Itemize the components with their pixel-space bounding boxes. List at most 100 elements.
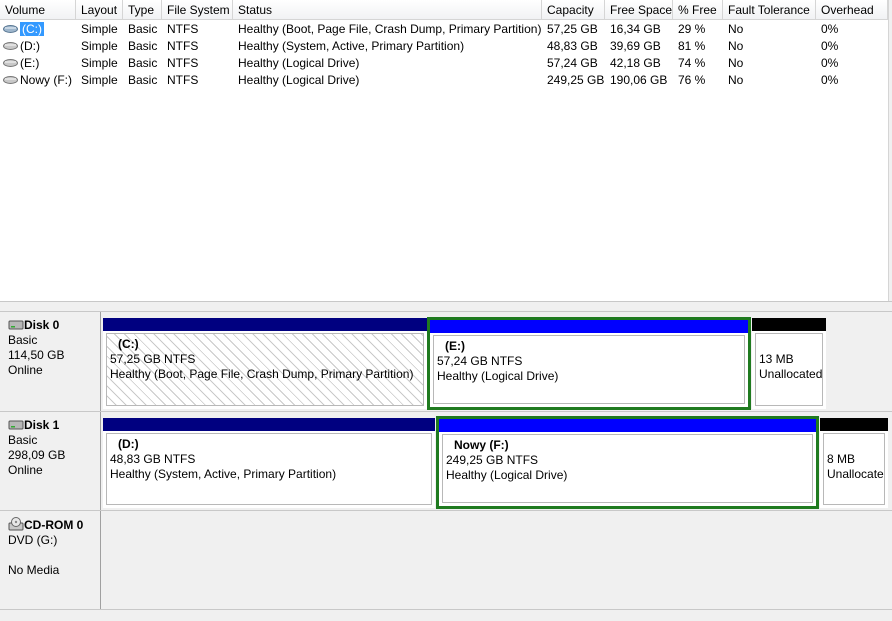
layout-cell: Simple [81,56,118,70]
status-cell: Healthy (System, Active, Primary Partiti… [238,39,465,53]
fault-tolerance-cell: No [728,56,744,70]
column-header-overhead[interactable]: Overhead [816,0,888,19]
column-header-fault-tolerance[interactable]: Fault Tolerance [723,0,816,19]
percent-free-cell: 29 % [678,22,706,36]
free-space-cell: 39,69 GB [610,39,661,53]
disk-name: Disk 0 [24,318,60,332]
layout-cell: Simple [81,39,118,53]
partition-body: (E:) 57,24 GB NTFS Healthy (Logical Driv… [433,335,745,404]
column-header-file-system[interactable]: File System [162,0,233,19]
cdrom-0-label[interactable]: CD-ROM 0 DVD (G:) No Media [0,511,101,609]
disk-icon [8,420,24,430]
overhead-cell: 0% [821,39,839,53]
overhead-cell: 0% [821,56,839,70]
percent-free-cell: 76 % [678,73,706,87]
column-header-free-space[interactable]: Free Space [605,0,673,19]
logical-drive-bar [439,419,816,432]
type-cell: Basic [128,22,158,36]
disk-0-label[interactable]: Disk 0 Basic 114,50 GB Online [0,312,101,411]
disk-state: No Media [8,563,60,577]
unallocated-bar [752,318,826,331]
partition-status: Healthy (Logical Drive) [437,369,559,383]
fault-tolerance-cell: No [728,73,744,87]
partition-unallocated[interactable]: 8 MB Unallocated [820,418,888,508]
disk-name: Disk 1 [24,418,60,432]
overhead-cell: 0% [821,22,839,36]
column-header-layout[interactable]: Layout [76,0,123,19]
volume-cell[interactable]: (E:) [0,55,76,72]
column-header-status[interactable]: Status [233,0,542,19]
partition-unallocated[interactable]: 13 MB Unallocated [752,318,826,409]
file-system-cell: NTFS [167,39,199,53]
column-header-type[interactable]: Type [123,0,162,19]
volume-row[interactable]: (D:) Simple Basic NTFS Healthy (System, … [0,38,888,55]
layout-cell: Simple [81,22,118,36]
type-cell: Basic [128,56,158,70]
fault-tolerance-cell: No [728,22,744,36]
pane-splitter[interactable] [0,301,892,307]
partition-label: (D:) [118,437,139,451]
volume-list[interactable]: Volume Layout Type File System Status Ca… [0,0,889,301]
overhead-cell: 0% [821,73,839,87]
column-header-row: Volume Layout Type File System Status Ca… [0,0,888,20]
partition-body: 8 MB Unallocated [823,433,885,505]
primary-partition-bar [103,418,435,431]
partition-f[interactable]: Nowy (F:) 249,25 GB NTFS Healthy (Logica… [439,419,816,506]
status-cell: Healthy (Boot, Page File, Crash Dump, Pr… [238,22,542,36]
capacity-cell: 48,83 GB [547,39,598,53]
volume-row[interactable]: (E:) Simple Basic NTFS Healthy (Logical … [0,55,888,72]
free-space-cell: 42,18 GB [610,56,661,70]
unallocated-bar [820,418,888,431]
layout-cell: Simple [81,73,118,87]
partition-size: 57,25 GB NTFS [110,352,196,366]
disk-size: 298,09 GB [8,448,66,462]
divider [0,609,892,610]
partition-label: (E:) [445,339,465,353]
drive-icon [3,42,18,51]
partition-status: Healthy (System, Active, Primary Partiti… [110,467,337,481]
volume-cell[interactable]: Nowy (F:) [0,72,76,89]
volume-cell[interactable]: (D:) [0,38,76,55]
volume-row[interactable]: Nowy (F:) Simple Basic NTFS Healthy (Log… [0,72,888,89]
partition-body: (D:) 48,83 GB NTFS Healthy (System, Acti… [106,433,432,505]
disk-1-map: (D:) 48,83 GB NTFS Healthy (System, Acti… [102,412,892,510]
volume-name: (D:) [20,39,40,53]
disk-size: 114,50 GB [8,348,65,362]
drive-icon [3,25,18,34]
drive-icon [3,76,18,85]
file-system-cell: NTFS [167,56,199,70]
partition-d[interactable]: (D:) 48,83 GB NTFS Healthy (System, Acti… [103,418,435,508]
percent-free-cell: 81 % [678,39,706,53]
disk-type: DVD (G:) [8,533,58,547]
partition-status: Healthy (Logical Drive) [446,468,568,482]
volume-name: Nowy (F:) [20,73,72,87]
partition-label: Nowy (F:) [454,438,509,452]
file-system-cell: NTFS [167,73,199,87]
file-system-cell: NTFS [167,22,199,36]
partition-label: (C:) [118,337,139,351]
disk-state: Online [8,363,43,377]
capacity-cell: 57,24 GB [547,56,598,70]
column-header-percent-free[interactable]: % Free [673,0,723,19]
partition-body: (C:) 57,25 GB NTFS Healthy (Boot, Page F… [106,333,424,406]
cdrom-icon [8,517,24,531]
disk-1-label[interactable]: Disk 1 Basic 298,09 GB Online [0,412,101,510]
partition-size: 8 MB [827,452,856,466]
drive-icon [3,59,18,68]
column-header-volume[interactable]: Volume [0,0,76,19]
logical-drive-bar [430,320,748,333]
partition-status: Healthy (Boot, Page File, Crash Dump, Pr… [110,367,414,381]
column-header-capacity[interactable]: Capacity [542,0,605,19]
partition-c[interactable]: (C:) 57,25 GB NTFS Healthy (Boot, Page F… [103,318,427,409]
disk-0-map: (C:) 57,25 GB NTFS Healthy (Boot, Page F… [102,312,892,411]
volume-cell[interactable]: (C:) [0,21,76,38]
capacity-cell: 249,25 GB [547,73,605,87]
partition-e[interactable]: (E:) 57,24 GB NTFS Healthy (Logical Driv… [430,320,748,407]
disk-type: Basic [8,333,38,347]
volume-row[interactable]: (C:) Simple Basic NTFS Healthy (Boot, Pa… [0,21,888,38]
partition-body: 13 MB Unallocated [755,333,823,406]
percent-free-cell: 74 % [678,56,706,70]
partition-status: Unallocated [759,367,823,381]
partition-size: 57,24 GB NTFS [437,354,523,368]
partition-size: 13 MB [759,352,794,366]
